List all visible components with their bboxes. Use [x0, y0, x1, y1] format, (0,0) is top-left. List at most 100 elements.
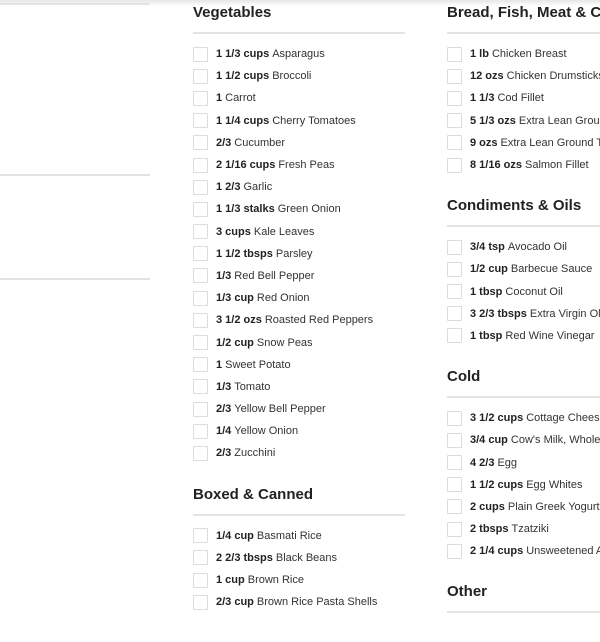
item-checkbox[interactable] [447, 455, 462, 471]
item-checkbox[interactable] [193, 201, 208, 217]
list-item[interactable]: 1 tbsp Maple Syrup [0, 207, 150, 229]
list-item[interactable]: 2 cups Plain Greek Yogurt [447, 496, 600, 518]
item-checkbox[interactable] [447, 543, 462, 559]
list-item[interactable]: 1 cup Brown Rice [193, 569, 405, 591]
item-checkbox[interactable] [193, 379, 208, 395]
list-item[interactable]: 1 1/2 cups Egg Whites [447, 474, 600, 496]
list-item[interactable]: 1 lb Chicken Breast [447, 43, 600, 65]
list-item[interactable]: 12 ozs Chicken Drumsticks [447, 65, 600, 87]
list-item[interactable]: 1 1/2 tsps Cinnamon [0, 356, 150, 378]
list-item[interactable]: 1/2 cup Snow Peas [193, 331, 405, 353]
item-checkbox[interactable] [193, 335, 208, 351]
list-item[interactable]: 1 Sweet Potato [193, 354, 405, 376]
list-item[interactable]: 1 tbsp Red Wine Vinegar [447, 325, 600, 347]
item-checkbox[interactable] [193, 401, 208, 417]
list-item[interactable]: 2/3 Zucchini [193, 442, 405, 464]
item-checkbox[interactable] [447, 521, 462, 537]
list-item[interactable]: 1 tsp Garlic Powder [0, 422, 150, 444]
list-item[interactable]: 1 1/2 tsps Greek Seasoning [0, 445, 150, 467]
list-item[interactable]: 2/3 Cucumber [193, 132, 405, 154]
list-item[interactable]: 1 tsp Lemon Zest [0, 103, 150, 125]
list-item[interactable]: 1/3 Tomato [193, 376, 405, 398]
item-checkbox[interactable] [193, 594, 208, 610]
list-item[interactable]: 2 tbsps Almond Butter [0, 185, 150, 207]
list-item[interactable]: 1 1/2 tbsps Parsley [193, 243, 405, 265]
list-item[interactable]: 2/3 cup Brown Rice Pasta Shells [193, 591, 405, 613]
item-checkbox[interactable] [193, 550, 208, 566]
item-checkbox[interactable] [193, 246, 208, 262]
item-checkbox[interactable] [447, 432, 462, 448]
list-item[interactable]: 2 2/3 tbsps Black Beans [193, 547, 405, 569]
item-checkbox[interactable] [193, 135, 208, 151]
list-item[interactable]: 0 Salt & Black Pepper [0, 533, 150, 555]
list-item[interactable]: 1 1/3 cups Asparagus [193, 43, 405, 65]
item-checkbox[interactable] [193, 445, 208, 461]
list-item[interactable]: 1/3 cup Red Onion [193, 287, 405, 309]
list-item[interactable]: 1/2 cup Barbecue Sauce [447, 258, 600, 280]
list-item[interactable]: 3/4 cup Cow's Milk, Whole [447, 429, 600, 451]
list-item[interactable]: 0 Sea Salt [0, 511, 150, 533]
item-checkbox[interactable] [193, 268, 208, 284]
list-item[interactable]: 2 tbsps Sliced Almonds [0, 556, 150, 578]
list-item[interactable]: 1/3 Red Bell Pepper [193, 265, 405, 287]
list-item[interactable]: 1 1/3 Cod Fillet [447, 87, 600, 109]
item-checkbox[interactable] [447, 499, 462, 515]
item-checkbox[interactable] [193, 224, 208, 240]
list-item[interactable]: 2 tbsps Chia Seeds [0, 312, 150, 334]
item-checkbox[interactable] [447, 90, 462, 106]
list-item[interactable]: 5 1/3 ozs Extra Lean Ground Beef [447, 110, 600, 132]
list-item[interactable]: 9 ozs Extra Lean Ground Turkey [447, 132, 600, 154]
list-item[interactable]: 3/4 tsp Avocado Oil [447, 236, 600, 258]
list-item[interactable]: 2 Clementines [0, 58, 150, 80]
list-item[interactable]: 3 cups Kale Leaves [193, 221, 405, 243]
list-item[interactable]: 1/4 Yellow Onion [193, 420, 405, 442]
list-item[interactable]: 1 1/3 stalks Green Onion [193, 198, 405, 220]
item-checkbox[interactable] [193, 179, 208, 195]
list-item[interactable]: 1/3 Banana [0, 14, 150, 36]
item-checkbox[interactable] [193, 290, 208, 306]
list-item[interactable]: 2 1/4 cups Unsweetened Almond Milk [447, 540, 600, 562]
list-item[interactable]: 1 1/4 cups Cherry Tomatoes [193, 110, 405, 132]
item-checkbox[interactable] [447, 261, 462, 277]
item-checkbox[interactable] [193, 46, 208, 62]
item-checkbox[interactable] [447, 68, 462, 84]
list-item[interactable]: 3 1/2 cups Cottage Cheese [447, 407, 600, 429]
item-checkbox[interactable] [447, 284, 462, 300]
list-item[interactable]: 4 2/3 Egg [447, 451, 600, 473]
list-item[interactable]: 3 2/3 tbsps Extra Virgin Olive Oil [447, 303, 600, 325]
item-checkbox[interactable] [447, 113, 462, 129]
item-checkbox[interactable] [447, 328, 462, 344]
item-checkbox[interactable] [447, 239, 462, 255]
item-checkbox[interactable] [447, 46, 462, 62]
item-checkbox[interactable] [193, 423, 208, 439]
list-item[interactable]: 3 1/2 ozs Roasted Red Peppers [193, 309, 405, 331]
list-item[interactable]: 1 Carrot [193, 87, 405, 109]
list-item[interactable]: 2/3 Yellow Bell Pepper [193, 398, 405, 420]
item-checkbox[interactable] [193, 157, 208, 173]
item-checkbox[interactable] [447, 135, 462, 151]
item-checkbox[interactable] [447, 477, 462, 493]
list-item[interactable]: 1 tsp Dried Dill [0, 400, 150, 422]
list-item[interactable]: 1 tbsp Coconut Oil [447, 281, 600, 303]
list-item[interactable]: 1 tsp Chili Powder [0, 334, 150, 356]
item-checkbox[interactable] [193, 572, 208, 588]
list-item[interactable]: 1/4 cup Pumpkin Seeds, In Shell [0, 489, 150, 511]
item-checkbox[interactable] [447, 157, 462, 173]
item-checkbox[interactable] [193, 90, 208, 106]
item-checkbox[interactable] [193, 528, 208, 544]
list-item[interactable]: 8 1/16 ozs Salmon Fillet [447, 154, 600, 176]
item-checkbox[interactable] [193, 68, 208, 84]
item-checkbox[interactable] [193, 113, 208, 129]
item-checkbox[interactable] [447, 410, 462, 426]
list-item[interactable]: 2 tbsps Tzatziki [447, 518, 600, 540]
list-item[interactable]: 1 tbsp Lemon Juice [0, 81, 150, 103]
list-item[interactable]: 1/2 cup Blueberries [0, 36, 150, 58]
item-checkbox[interactable] [447, 306, 462, 322]
item-checkbox[interactable] [193, 312, 208, 328]
list-item[interactable]: 1/4 cup Almonds [0, 289, 150, 311]
list-item[interactable]: 1 2/3 Garlic [193, 176, 405, 198]
list-item[interactable]: 2 1/16 cups Fresh Peas [193, 154, 405, 176]
list-item[interactable]: 1 tsp Italian Seasoning [0, 467, 150, 489]
list-item[interactable]: 1/4 cup Basmati Rice [193, 525, 405, 547]
item-checkbox[interactable] [193, 357, 208, 373]
